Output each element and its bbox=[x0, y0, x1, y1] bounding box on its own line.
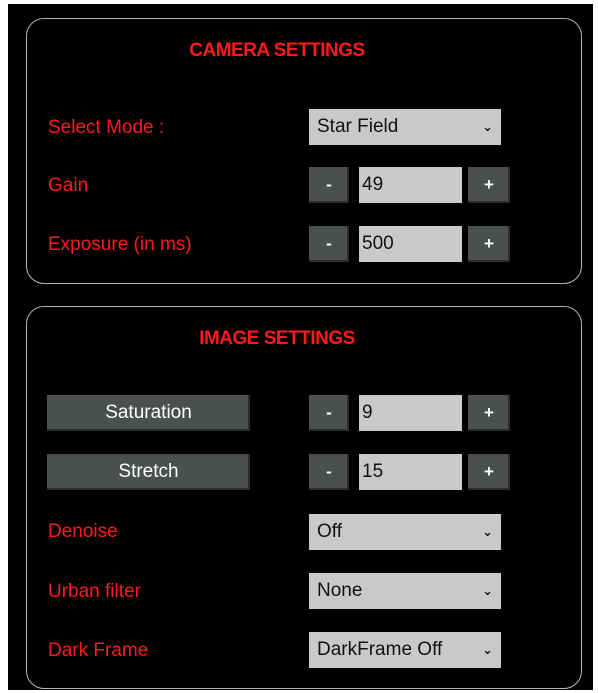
saturation-increment-button[interactable]: + bbox=[468, 395, 510, 431]
dark-frame-dropdown[interactable]: DarkFrame Off ⌄ bbox=[309, 632, 501, 668]
image-settings-title: IMAGE SETTINGS bbox=[199, 328, 355, 349]
select-mode-label: Select Mode : bbox=[48, 117, 165, 138]
select-mode-dropdown[interactable]: Star Field ⌄ bbox=[309, 109, 501, 145]
exposure-label: Exposure (in ms) bbox=[48, 234, 192, 255]
stretch-input[interactable]: 15 bbox=[359, 454, 462, 490]
camera-settings-panel: CAMERA SETTINGS Select Mode : Star Field… bbox=[26, 18, 582, 284]
image-settings-panel: IMAGE SETTINGS Saturation - 9 + Stretch … bbox=[26, 306, 582, 689]
urban-filter-value: None bbox=[317, 580, 363, 601]
select-mode-value: Star Field bbox=[317, 116, 399, 137]
exposure-input[interactable]: 500 bbox=[359, 226, 462, 262]
denoise-label: Denoise bbox=[48, 521, 118, 542]
denoise-value: Off bbox=[317, 521, 342, 542]
gain-decrement-button[interactable]: - bbox=[309, 167, 349, 203]
gain-input[interactable]: 49 bbox=[359, 167, 462, 203]
exposure-decrement-button[interactable]: - bbox=[309, 226, 349, 262]
urban-filter-dropdown[interactable]: None ⌄ bbox=[309, 573, 501, 609]
chevron-down-icon: ⌄ bbox=[482, 119, 493, 134]
chevron-down-icon: ⌄ bbox=[482, 583, 493, 598]
settings-frame: CAMERA SETTINGS Select Mode : Star Field… bbox=[8, 4, 593, 690]
stretch-button[interactable]: Stretch bbox=[47, 454, 250, 490]
stretch-increment-button[interactable]: + bbox=[468, 454, 510, 490]
exposure-increment-button[interactable]: + bbox=[468, 226, 510, 262]
camera-settings-title: CAMERA SETTINGS bbox=[189, 40, 365, 61]
dark-frame-label: Dark Frame bbox=[48, 640, 149, 661]
saturation-input[interactable]: 9 bbox=[359, 395, 462, 431]
gain-label: Gain bbox=[48, 175, 89, 196]
chevron-down-icon: ⌄ bbox=[482, 524, 493, 539]
dark-frame-value: DarkFrame Off bbox=[317, 639, 443, 660]
urban-filter-label: Urban filter bbox=[48, 581, 141, 602]
gain-increment-button[interactable]: + bbox=[468, 167, 510, 203]
stretch-decrement-button[interactable]: - bbox=[309, 454, 349, 490]
chevron-down-icon: ⌄ bbox=[482, 642, 493, 657]
saturation-decrement-button[interactable]: - bbox=[309, 395, 349, 431]
denoise-dropdown[interactable]: Off ⌄ bbox=[309, 514, 501, 550]
saturation-button[interactable]: Saturation bbox=[47, 395, 250, 431]
